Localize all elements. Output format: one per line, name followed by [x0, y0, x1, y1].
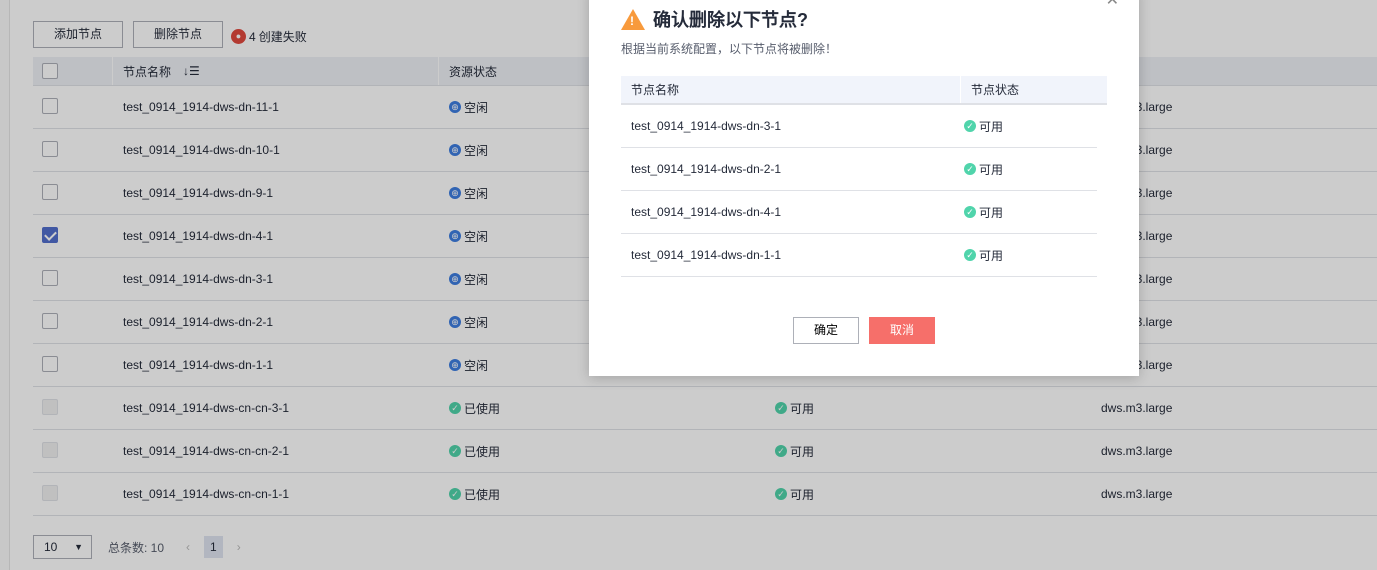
dialog-node-table: 节点名称 节点状态 test_0914_1914-dws-dn-3-1 ✓ 可用 te…	[621, 76, 1107, 277]
dialog-header-name: 节点名称	[621, 76, 961, 103]
dialog-subtitle: 根据当前系统配置，以下节点将被删除！	[621, 42, 838, 56]
check-circle-icon: ✓	[964, 120, 976, 132]
dialog-title: 确认删除以下节点?	[653, 10, 808, 30]
cancel-button[interactable]: 取消	[869, 317, 935, 344]
dialog-node-name: test_0914_1914-dws-dn-4-1	[631, 205, 782, 219]
dialog-node-name: test_0914_1914-dws-dn-3-1	[631, 119, 782, 133]
dialog-node-name: test_0914_1914-dws-dn-1-1	[631, 248, 782, 262]
check-circle-icon: ✓	[964, 206, 976, 218]
confirm-delete-dialog: ✕ ! 确认删除以下节点? 根据当前系统配置，以下节点将被删除！ 节点名称 节点状…	[589, 0, 1139, 376]
dialog-table-header: 节点名称 节点状态	[621, 76, 1107, 105]
dialog-node-status: 可用	[979, 119, 1004, 134]
close-icon[interactable]: ✕	[1106, 0, 1119, 10]
dialog-node-status: 可用	[979, 162, 1004, 177]
dialog-node-status: 可用	[979, 205, 1004, 220]
confirm-button[interactable]: 确定	[793, 317, 859, 344]
dialog-node-name: test_0914_1914-dws-dn-2-1	[631, 162, 782, 176]
dialog-table-row: test_0914_1914-dws-dn-2-1 ✓ 可用	[621, 148, 1097, 191]
dialog-node-status: 可用	[979, 248, 1004, 263]
dialog-table-row: test_0914_1914-dws-dn-1-1 ✓ 可用	[621, 234, 1097, 277]
dialog-header-status: 节点状态	[971, 83, 1020, 97]
dialog-table-row: test_0914_1914-dws-dn-4-1 ✓ 可用	[621, 191, 1097, 234]
dialog-table-row: test_0914_1914-dws-dn-3-1 ✓ 可用	[621, 105, 1097, 148]
warning-icon: !	[621, 8, 645, 30]
check-circle-icon: ✓	[964, 249, 976, 261]
check-circle-icon: ✓	[964, 163, 976, 175]
